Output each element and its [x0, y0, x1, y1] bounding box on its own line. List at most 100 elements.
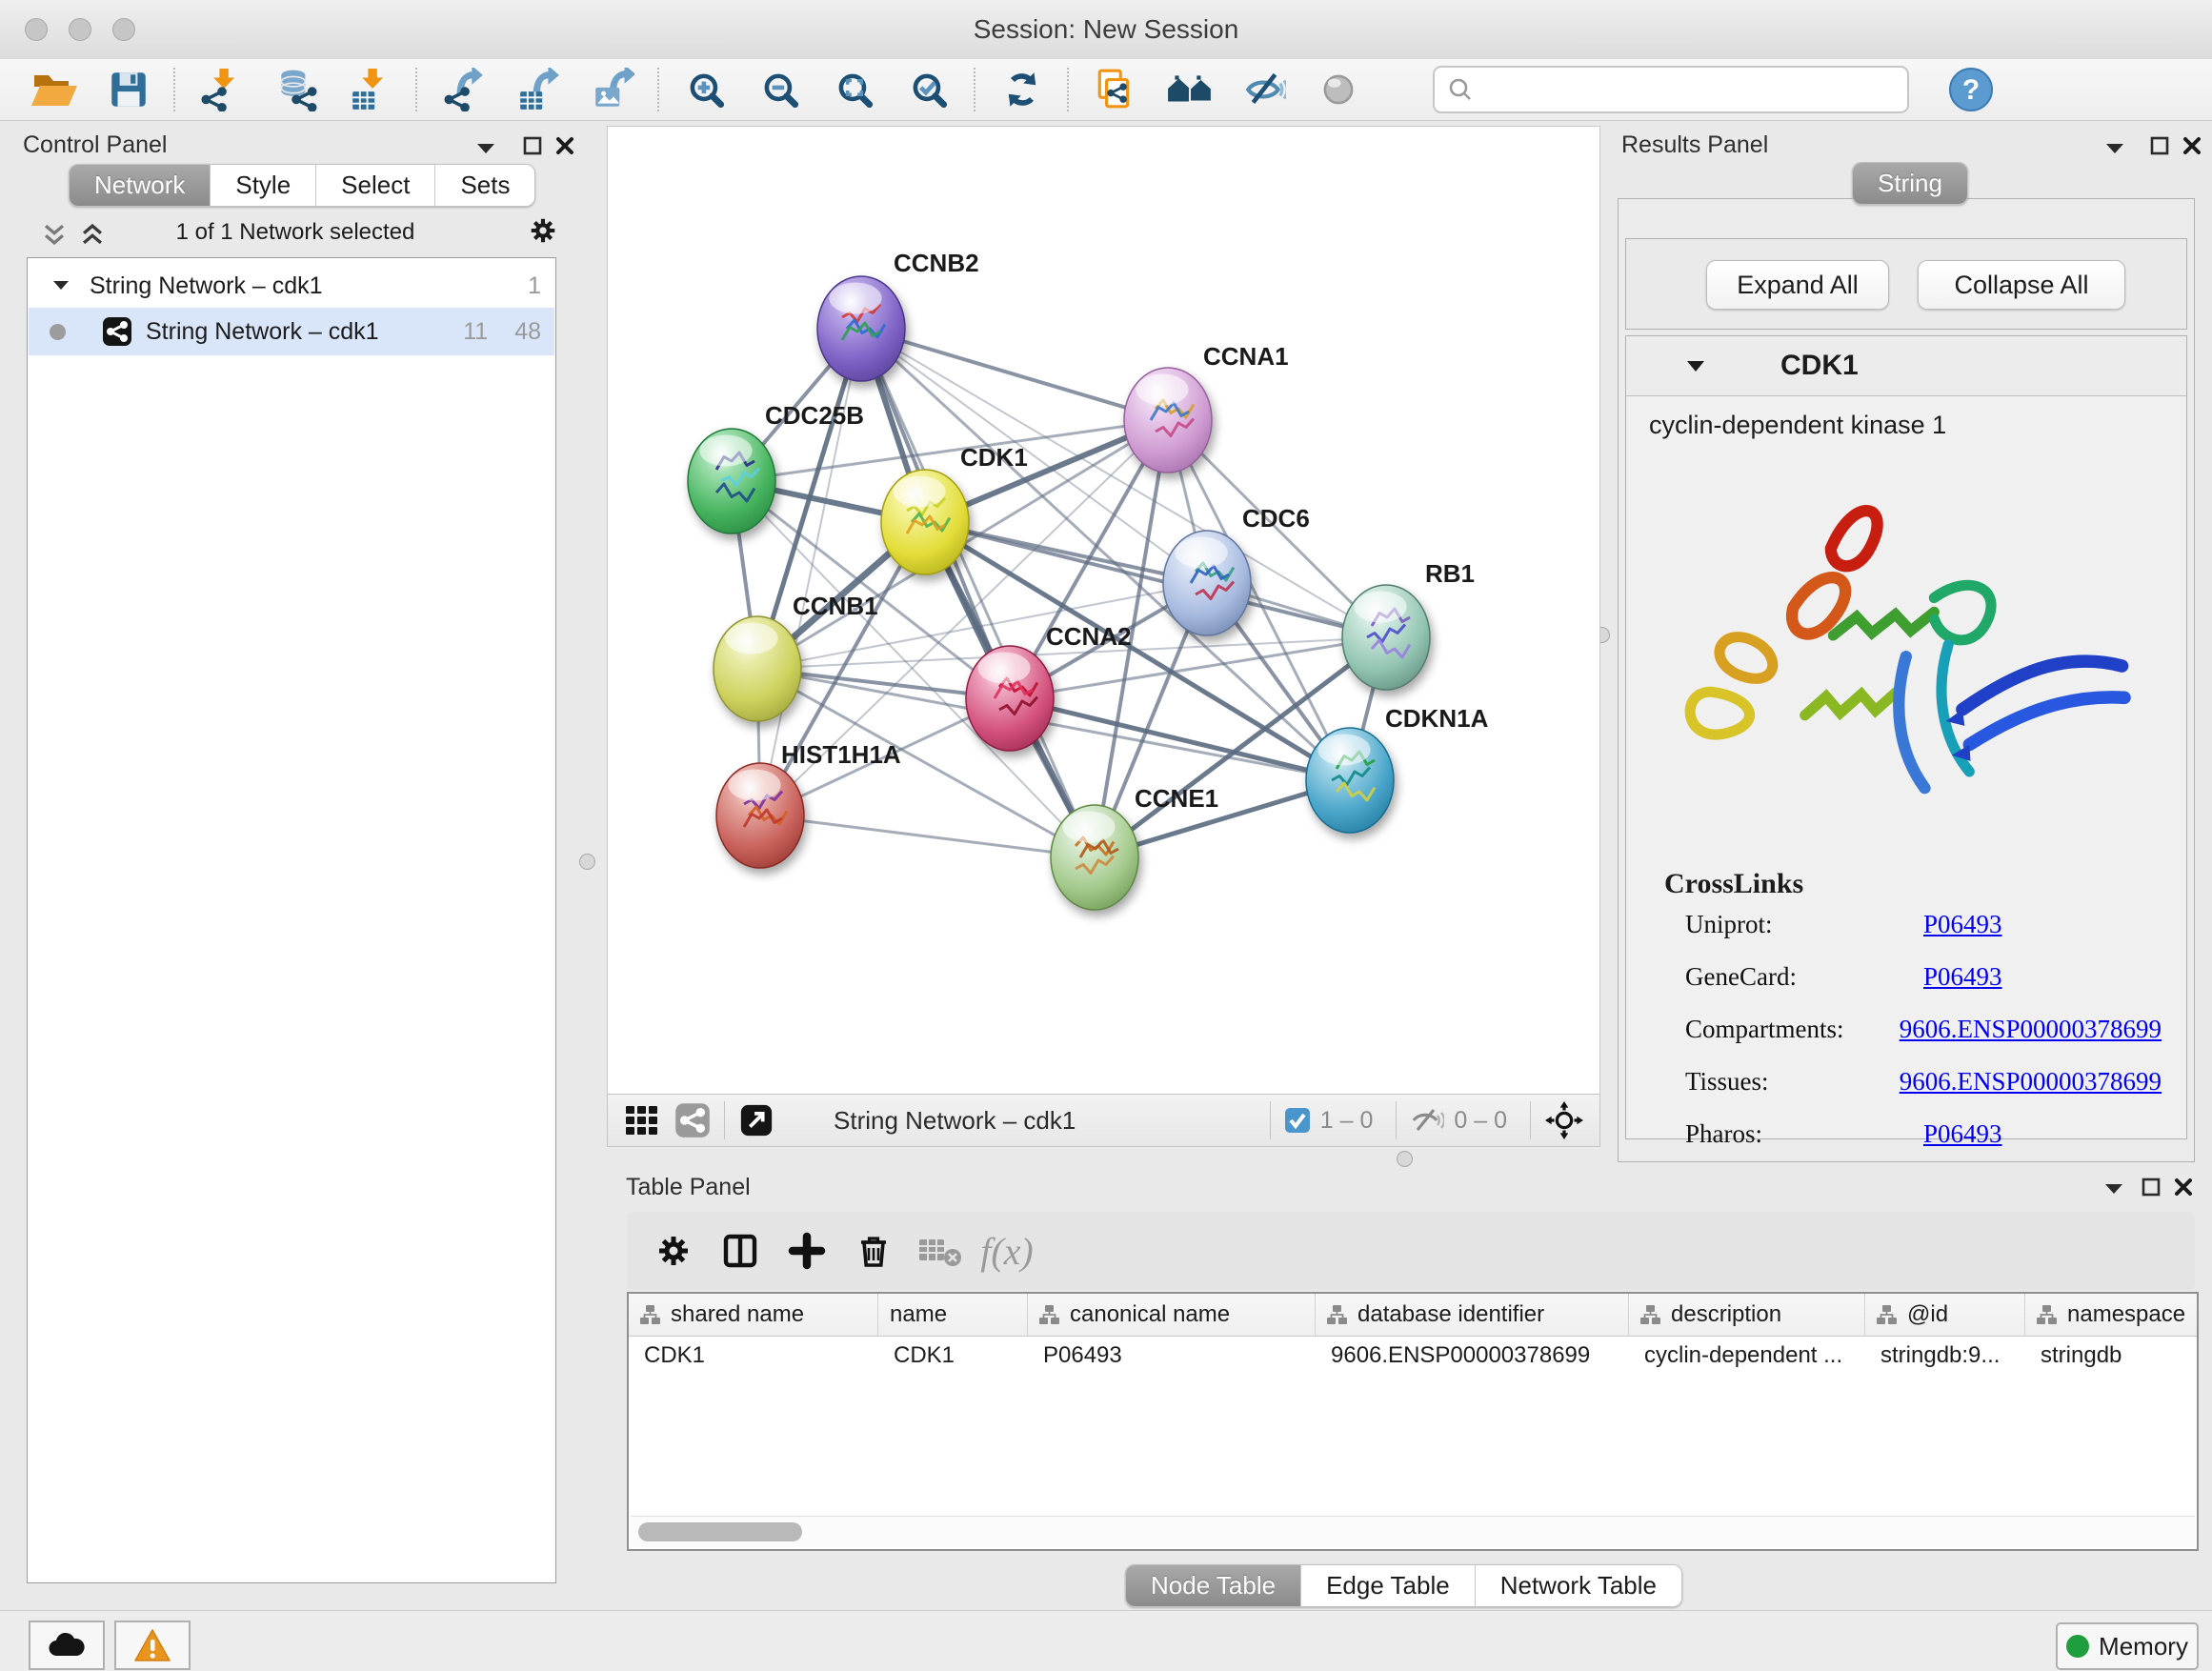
open-session-button[interactable]	[17, 61, 91, 118]
selected-checkbox-icon[interactable]	[1284, 1107, 1311, 1134]
delete-column-trash-icon[interactable]	[840, 1218, 907, 1284]
collapse-all-button[interactable]: Collapse All	[1918, 260, 2125, 310]
table-cell[interactable]: CDK1	[878, 1337, 1028, 1375]
tab-network-table[interactable]: Network Table	[1476, 1565, 1681, 1606]
import-network-from-file-button[interactable]	[185, 61, 259, 118]
tab-string[interactable]: String	[1853, 163, 1967, 204]
column-header-canonical-name[interactable]: canonical name	[1028, 1294, 1316, 1336]
birds-eye-grid-icon[interactable]	[623, 1101, 661, 1139]
fit-selected-crosshair-icon[interactable]	[1544, 1100, 1584, 1140]
protein-structure-image[interactable]	[1655, 451, 2160, 851]
node-CDC25B[interactable]	[688, 429, 775, 534]
network-collection-row[interactable]: String Network – cdk1 1	[29, 264, 554, 308]
node-HIST1H1A[interactable]	[716, 763, 804, 868]
new-network-from-selection-button[interactable]	[1078, 61, 1153, 118]
results-panel-menu-chevron-icon[interactable]	[2103, 141, 2126, 156]
node-CCNA2[interactable]	[966, 646, 1054, 751]
search-input[interactable]	[1482, 75, 1907, 104]
network-canvas[interactable]: CCNB2CCNA1CDC25BCDK1CDC6RB1CCNB1CCNA2CDK…	[607, 126, 1600, 1096]
crosslink-link[interactable]: P06493	[1923, 962, 2002, 992]
table-panel-float-icon[interactable]	[2141, 1177, 2162, 1198]
results-panel-close-icon[interactable]	[2182, 135, 2202, 156]
column-header-database-identifier[interactable]: database identifier	[1316, 1294, 1629, 1336]
table-cell[interactable]: CDK1	[629, 1337, 878, 1375]
show-columns-icon[interactable]	[707, 1218, 774, 1284]
cdk1-section-header[interactable]: CDK1	[1626, 336, 2186, 396]
export-image-button[interactable]	[575, 61, 650, 118]
column-header--id[interactable]: @id	[1865, 1294, 2025, 1336]
tab-node-table[interactable]: Node Table	[1126, 1565, 1301, 1606]
table-panel-close-icon[interactable]	[2173, 1177, 2194, 1198]
table-cell[interactable]: P06493	[1028, 1337, 1316, 1375]
table-cell[interactable]: cyclin-dependent ...	[1629, 1337, 1865, 1375]
edge-CCNB2-CCNA1[interactable]	[861, 329, 1168, 420]
left-splitter-handle[interactable]	[579, 854, 595, 870]
traffic-light-zoom-button[interactable]	[112, 18, 135, 41]
string-style-icon[interactable]	[674, 1102, 711, 1138]
edge-CCNB2-CCNE1[interactable]	[861, 329, 1095, 857]
zoom-in-button[interactable]	[669, 61, 743, 118]
import-network-from-database-button[interactable]	[259, 61, 333, 118]
node-RB1[interactable]	[1342, 585, 1430, 690]
table-cell[interactable]: stringdb:9...	[1865, 1337, 2025, 1375]
table-panel-menu-chevron-icon[interactable]	[2102, 1181, 2125, 1197]
tree-expand-triangle-icon[interactable]	[51, 279, 70, 292]
column-header-shared-name[interactable]: shared name	[629, 1294, 878, 1336]
tab-sets[interactable]: Sets	[435, 165, 534, 206]
tab-style[interactable]: Style	[211, 165, 316, 206]
show-all-button[interactable]	[1301, 61, 1376, 118]
table-row[interactable]: CDK1CDK1P064939606.ENSP00000378699cyclin…	[629, 1337, 2197, 1375]
tab-edge-table[interactable]: Edge Table	[1301, 1565, 1476, 1606]
zoom-selected-button[interactable]	[892, 61, 966, 118]
hidden-eye-icon[interactable]	[1410, 1106, 1444, 1135]
zoom-out-button[interactable]	[743, 61, 817, 118]
control-panel-menu-chevron-icon[interactable]	[474, 141, 497, 156]
node-CCNB2[interactable]	[817, 276, 905, 381]
export-table-button[interactable]	[501, 61, 575, 118]
table-cell[interactable]: stringdb	[2025, 1337, 2199, 1375]
node-CDK1[interactable]	[881, 470, 969, 574]
node-CCNE1[interactable]	[1051, 805, 1138, 910]
crosslink-link[interactable]: P06493	[1923, 910, 2002, 939]
column-header-namespace[interactable]: namespace	[2025, 1294, 2199, 1336]
edge-CDK1-RB1[interactable]	[925, 522, 1386, 637]
apply-preferred-layout-button[interactable]	[985, 61, 1059, 118]
column-header-description[interactable]: description	[1629, 1294, 1865, 1336]
table-cell[interactable]: 9606.ENSP00000378699	[1316, 1337, 1629, 1375]
crosslink-link[interactable]: 9606.ENSP00000378699	[1900, 1015, 2162, 1044]
hide-selected-button[interactable]	[1227, 61, 1301, 118]
memory-button[interactable]: Memory	[2056, 1622, 2199, 1670]
control-panel-close-icon[interactable]	[554, 135, 575, 156]
crosslink-link[interactable]: 9606.ENSP00000378699	[1900, 1067, 2162, 1097]
open-in-new-window-icon[interactable]	[738, 1102, 774, 1138]
zoom-fit-content-button[interactable]	[817, 61, 892, 118]
create-column-plus-icon[interactable]	[774, 1218, 840, 1284]
collapse-all-chevrons-icon[interactable]	[40, 221, 69, 248]
save-session-button[interactable]	[91, 61, 166, 118]
traffic-light-minimize-button[interactable]	[69, 18, 91, 41]
expand-all-button[interactable]: Expand All	[1706, 260, 1889, 310]
edge-HIST1H1A-CCNE1[interactable]	[760, 815, 1095, 857]
table-settings-gear-icon[interactable]	[640, 1218, 707, 1284]
crosslink-link[interactable]: P06493	[1923, 1119, 2002, 1149]
expand-all-chevrons-icon[interactable]	[78, 221, 107, 248]
node-CCNA1[interactable]	[1124, 368, 1212, 473]
column-header-name[interactable]: name	[878, 1294, 1028, 1336]
node-CDKN1A[interactable]	[1306, 728, 1394, 833]
bottom-splitter-handle[interactable]	[1397, 1151, 1413, 1167]
traffic-light-close-button[interactable]	[25, 18, 48, 41]
results-panel-float-icon[interactable]	[2149, 135, 2170, 156]
first-neighbors-button[interactable]	[1153, 61, 1227, 118]
toolbar-search-field[interactable]	[1433, 66, 1909, 113]
tab-network[interactable]: Network	[70, 165, 211, 206]
table-hscrollbar-thumb[interactable]	[638, 1522, 802, 1541]
cloud-status-button[interactable]	[29, 1621, 105, 1670]
help-button[interactable]: ?	[1934, 61, 2008, 118]
export-network-button[interactable]	[427, 61, 501, 118]
node-CDC6[interactable]	[1163, 531, 1251, 635]
network-options-gear-icon[interactable]	[526, 213, 560, 248]
import-table-from-file-button[interactable]	[333, 61, 408, 118]
section-collapse-triangle-icon[interactable]	[1685, 359, 1706, 373]
warnings-button[interactable]	[114, 1621, 191, 1670]
network-row-selected[interactable]: String Network – cdk1 11 48	[29, 308, 554, 355]
